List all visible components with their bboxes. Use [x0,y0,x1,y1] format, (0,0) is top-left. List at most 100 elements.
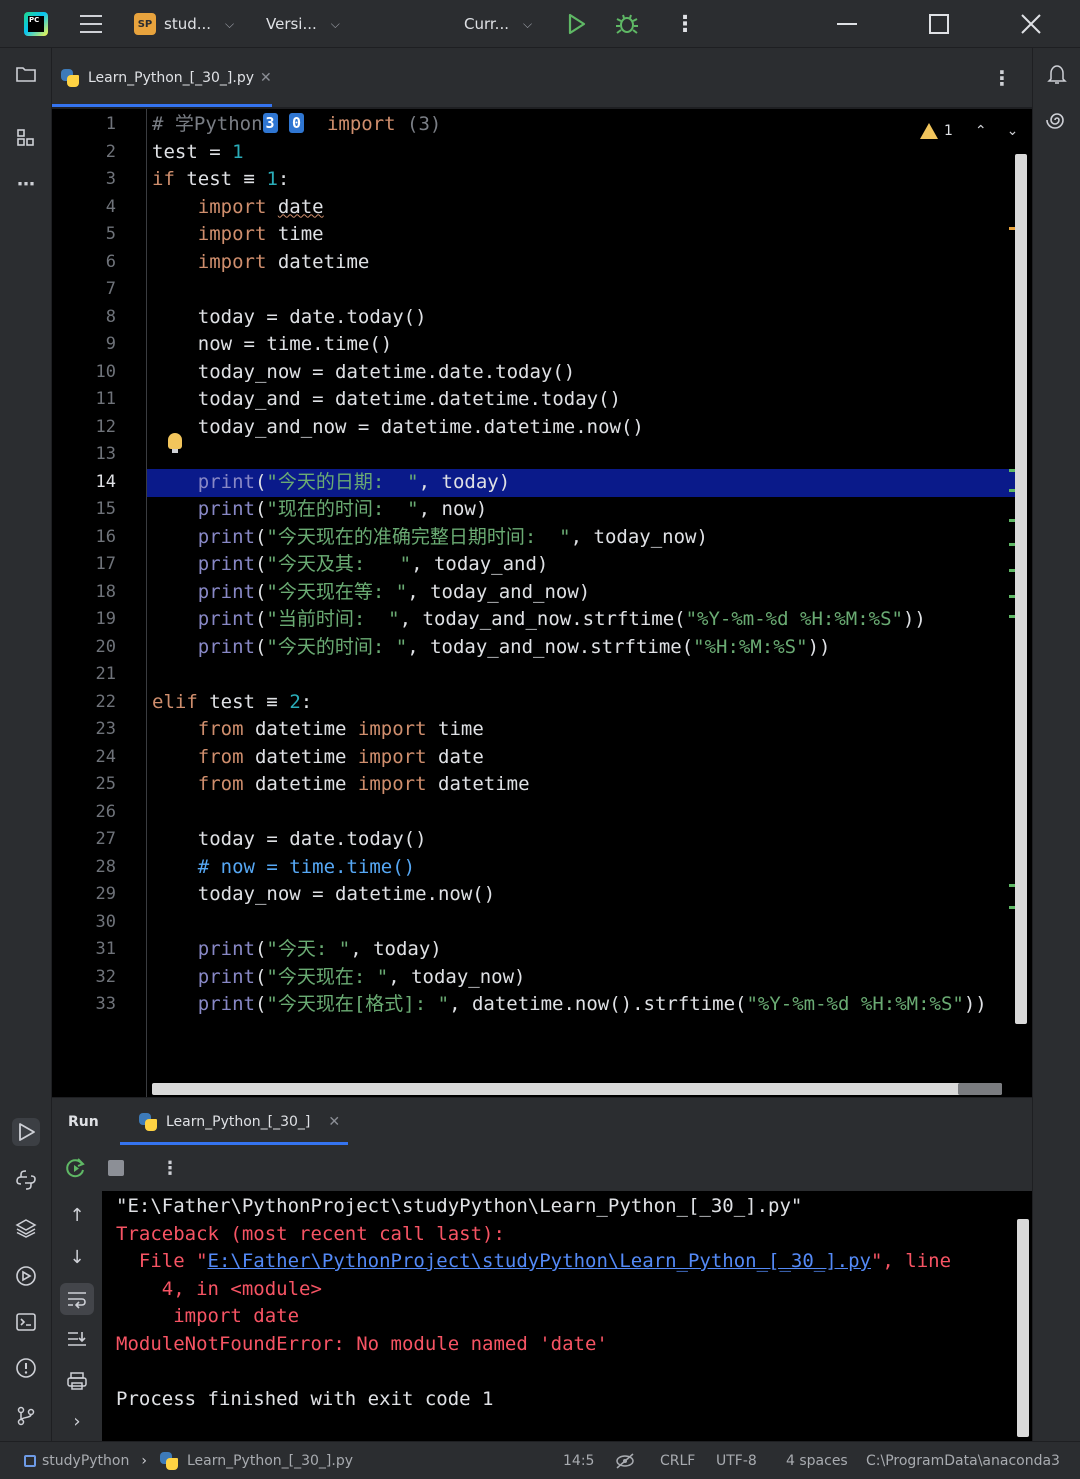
line-number[interactable]: 12 [52,414,116,442]
scroll-down-button[interactable]: ↓ [63,1243,91,1271]
line-number[interactable]: 30 [52,909,116,937]
python-interpreter[interactable]: C:\ProgramData\anaconda3 [866,1442,1060,1479]
play-icon [568,13,586,35]
chevron-down-icon[interactable]: ⌄ [1007,123,1019,139]
line-number[interactable]: 3 [52,166,116,194]
scroll-to-end-button[interactable] [63,1325,91,1353]
console-line-8: Process finished with exit code 1 [116,1387,494,1410]
scroll-up-button[interactable]: ↑ [63,1201,91,1229]
debug-button[interactable] [614,0,640,48]
inspection-widget[interactable]: 1 ⌃ ⌄ [920,119,1018,143]
console-scrollbar[interactable] [1017,1219,1029,1437]
notifications-button[interactable] [1045,62,1069,86]
project-selector[interactable]: SP stud... ⌵ [134,0,234,48]
run-config-selector[interactable]: Curr... ⌵ [464,0,532,48]
run-button[interactable] [564,0,588,48]
run-tab[interactable]: Learn_Python_[_30_] ✕ [134,1098,348,1146]
line-number[interactable]: 32 [52,964,116,992]
line-number[interactable]: 15 [52,496,116,524]
line-number[interactable]: 28 [52,854,116,882]
line-number[interactable]: 16 [52,524,116,552]
lightbulb-icon[interactable] [168,433,182,453]
line-number[interactable]: 6 [52,249,116,277]
caret-position[interactable]: 14:5 [563,1442,594,1479]
line-number[interactable]: 19 [52,606,116,634]
indent-setting[interactable]: 4 spaces [786,1442,848,1479]
line-number[interactable]: 22 [52,689,116,717]
services-tool-button[interactable] [12,1262,40,1290]
line-number[interactable]: 17 [52,551,116,579]
line-number[interactable]: 4 [52,194,116,222]
line-number[interactable]: 31 [52,936,116,964]
close-window-button[interactable] [1008,0,1054,48]
line-ending[interactable]: CRLF [660,1442,695,1479]
rerun-button[interactable] [62,1154,90,1182]
stop-button[interactable] [102,1154,130,1182]
line-number[interactable]: 26 [52,799,116,827]
readonly-toggle[interactable] [614,1442,636,1479]
line-number[interactable]: 24 [52,744,116,772]
close-run-tab-icon[interactable]: ✕ [328,1114,340,1130]
run-tool-button[interactable] [12,1118,40,1146]
line-number[interactable]: 1 [52,111,116,139]
vcs-selector[interactable]: Versi... ⌵ [266,0,340,48]
maximize-button[interactable] [916,0,962,48]
line-number[interactable]: 8 [52,304,116,332]
line-number[interactable]: 21 [52,661,116,689]
run-more-button[interactable]: ⋮ [156,1154,184,1182]
code-line-24: from datetime import date [197,745,484,768]
line-number[interactable]: 20 [52,634,116,662]
line-number[interactable]: 11 [52,386,116,414]
ai-assistant-button[interactable] [1045,108,1069,132]
line-number[interactable]: 10 [52,359,116,387]
more-tools-button[interactable]: ⋯ [12,170,40,198]
problems-tool-button[interactable] [12,1354,40,1382]
editor-vertical-scrollbar[interactable] [1015,154,1027,1024]
editor-tab-label: Learn_Python_[_30_].py [88,70,255,86]
line-number[interactable]: 2 [52,139,116,167]
terminal-icon [16,1313,36,1331]
file-encoding[interactable]: UTF-8 [716,1442,757,1479]
console-line-4: 4, in <module> [116,1277,322,1300]
line-number[interactable]: 18 [52,579,116,607]
code-editor[interactable]: 1 2 3 4 5 6 7 8 9 10 11 12 13 14 15 16 17 18 19 20 21 22 23 24 2… [52,109,1032,1097]
code-line-15: print("现在的时间: ", now) [197,498,488,520]
line-number[interactable]: 14 [52,469,116,497]
line-number[interactable]: 9 [52,331,116,359]
horizontal-scroll-thumb[interactable] [958,1083,1002,1095]
print-button[interactable] [63,1367,91,1395]
run-config-label: Curr... [464,15,509,33]
code-line-3: if test ≡ 1: [152,168,290,190]
editor-horizontal-scrollbar[interactable] [152,1083,1002,1095]
layers-tool-button[interactable] [12,1214,40,1242]
line-number[interactable]: 5 [52,221,116,249]
chevron-up-icon[interactable]: ⌃ [975,123,987,139]
python-packages-button[interactable] [12,1166,40,1194]
app-logo-icon[interactable]: PC [24,0,48,48]
line-number[interactable]: 13 [52,441,116,469]
line-number[interactable]: 7 [52,276,116,304]
breadcrumb-file[interactable]: Learn_Python_[_30_].py [187,1453,353,1469]
structure-tool-button[interactable] [12,124,40,152]
breadcrumb-project[interactable]: studyPython [42,1453,129,1469]
run-console[interactable]: "E:\Father\PythonProject\studyPython\Lea… [102,1191,1032,1441]
minimize-button[interactable] [824,0,870,48]
main-menu-button[interactable] [80,0,102,48]
expand-tools-button[interactable]: › [63,1407,91,1435]
close-tab-icon[interactable]: ✕ [260,70,272,86]
traceback-file-link[interactable]: E:\Father\PythonProject\studyPython\Lear… [208,1250,871,1272]
more-actions-button[interactable]: ⋮ [674,0,696,48]
git-tool-button[interactable] [12,1402,40,1430]
line-number[interactable]: 27 [52,826,116,854]
terminal-tool-button[interactable] [12,1308,40,1336]
project-tool-button[interactable] [12,60,40,88]
soft-wrap-button[interactable] [60,1283,94,1315]
line-number[interactable]: 25 [52,771,116,799]
tab-options-icon[interactable]: ⋮ [992,68,1012,88]
editor-tab-learn-python[interactable]: Learn_Python_[_30_].py ✕ [52,48,272,108]
line-number[interactable]: 29 [52,881,116,909]
change-stripe [1009,489,1015,492]
line-number[interactable]: 33 [52,991,116,1019]
line-number[interactable]: 23 [52,716,116,744]
run-panel-header: Run Learn_Python_[_30_] ✕ [52,1097,1032,1145]
